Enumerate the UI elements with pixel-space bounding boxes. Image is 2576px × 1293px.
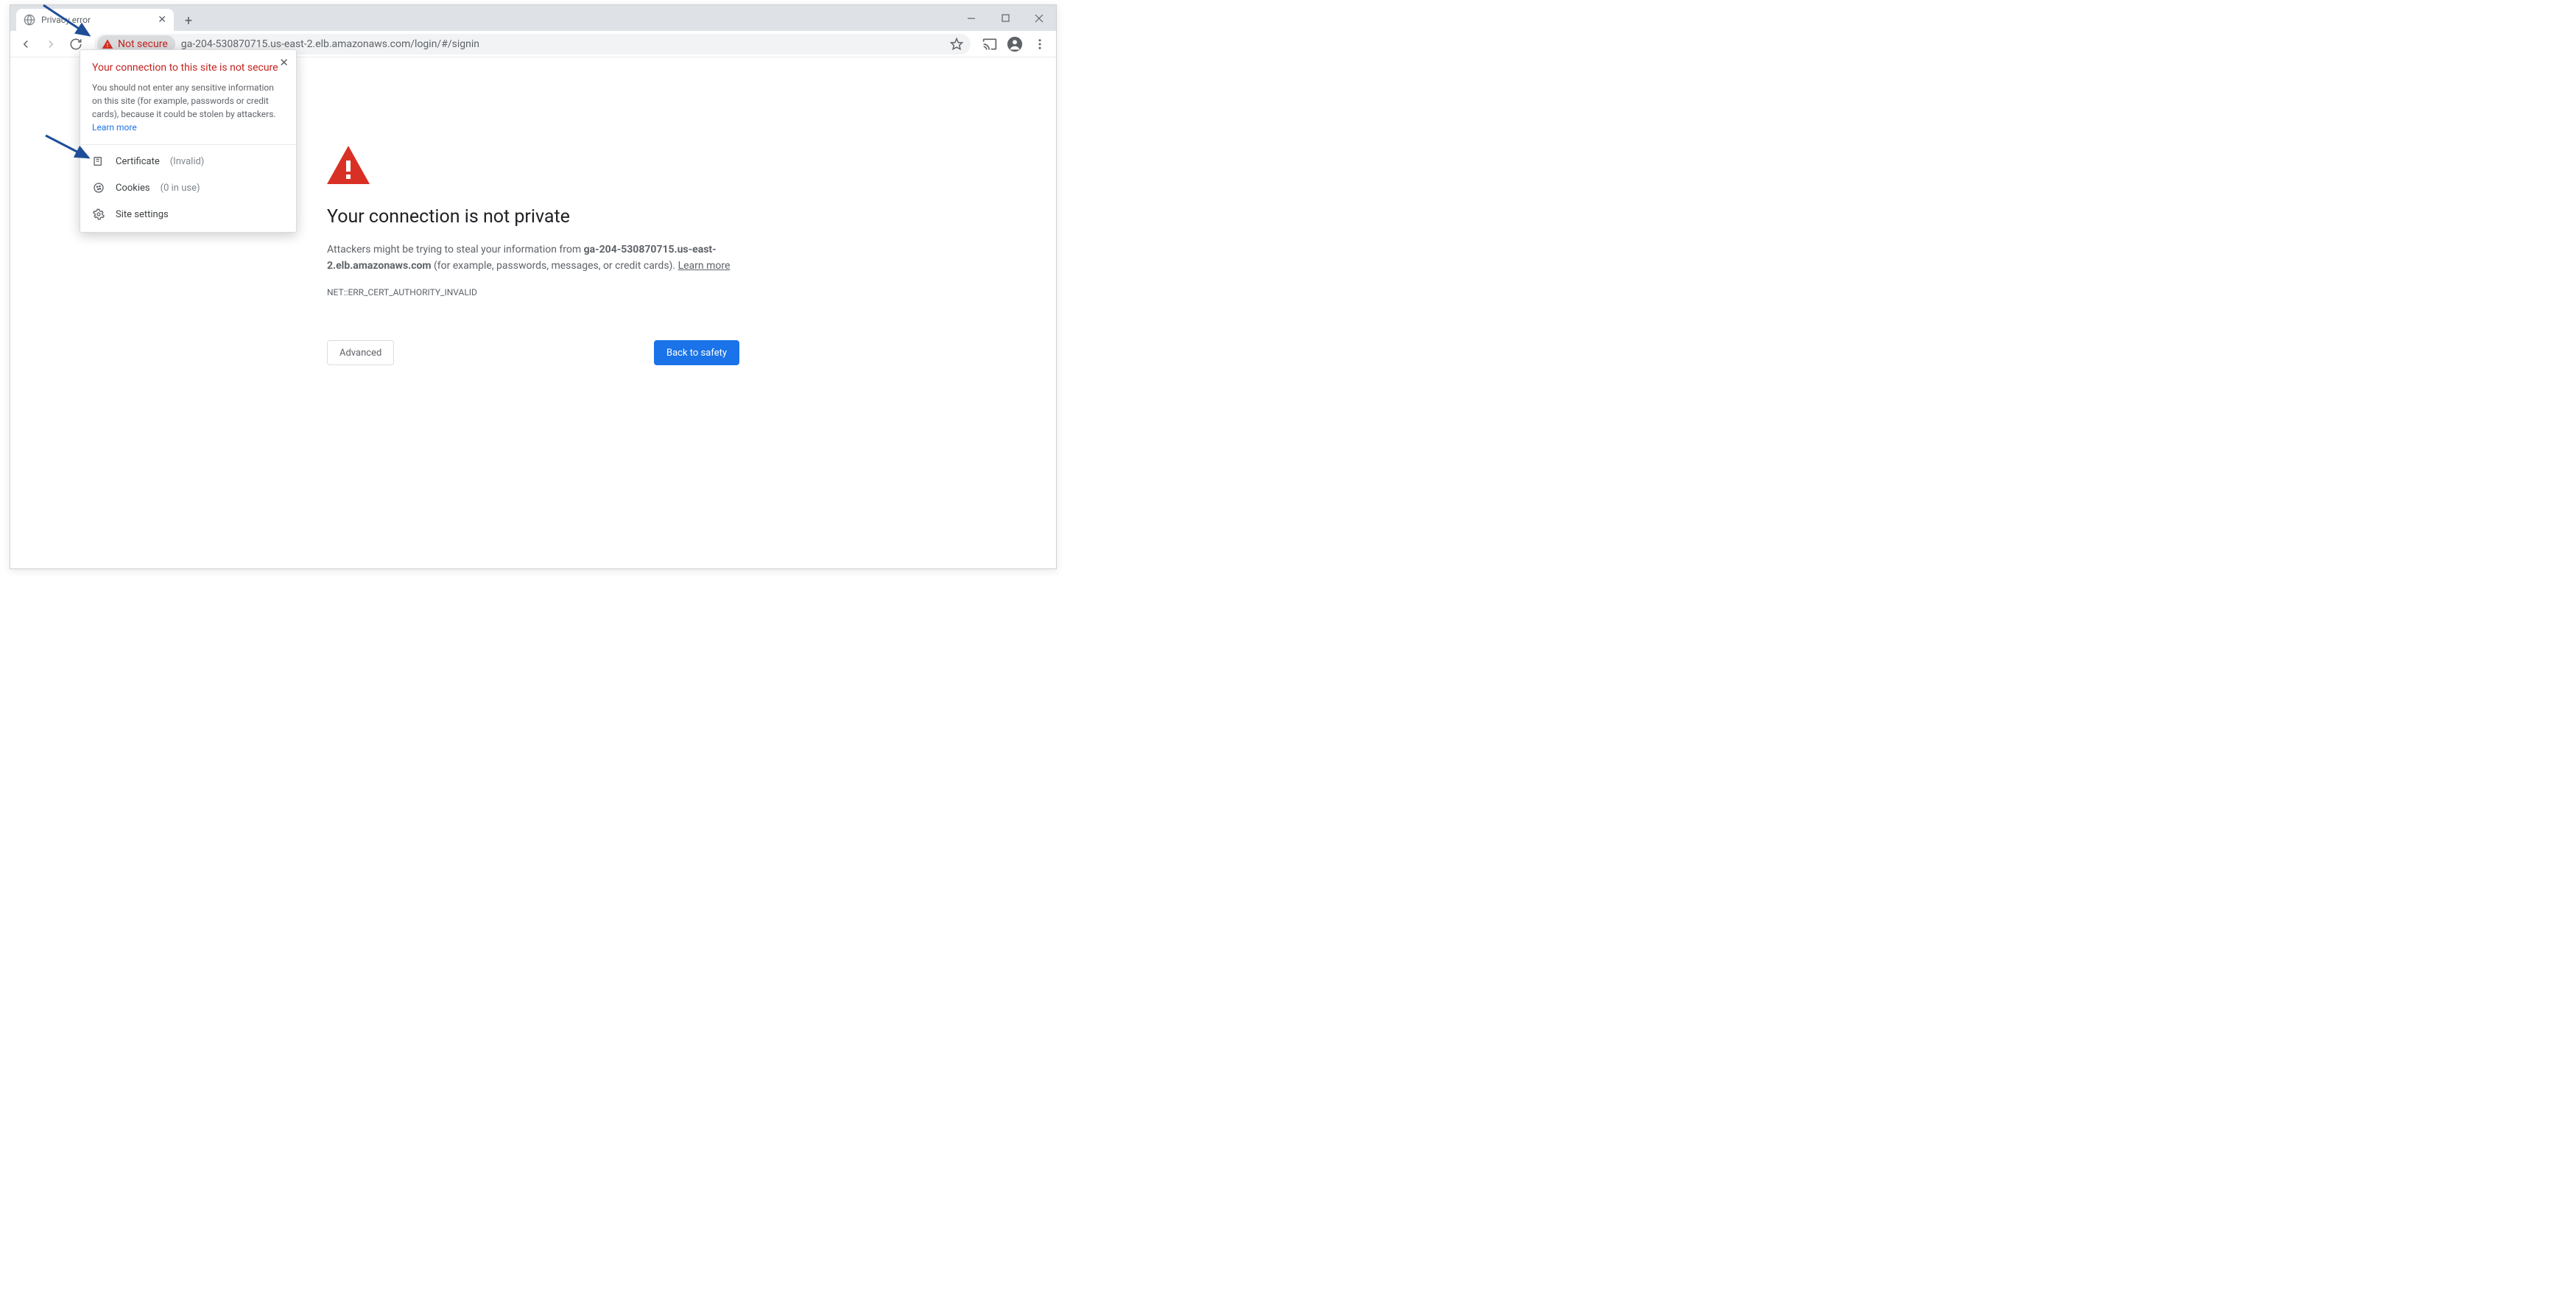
cookies-status: (0 in use) [161,183,200,194]
new-tab-button[interactable]: + [178,10,199,31]
close-window-button[interactable] [1022,5,1056,31]
back-button[interactable] [15,33,37,55]
para-prefix: Attackers might be trying to steal your … [327,244,584,256]
security-chip-label: Not secure [118,38,168,50]
popup-body: You should not enter any sensitive infor… [92,81,284,134]
gear-icon [92,208,105,220]
certificate-row[interactable]: Certificate (Invalid) [80,145,296,177]
page-heading: Your connection is not private [327,206,739,228]
error-code: NET::ERR_CERT_AUTHORITY_INVALID [327,287,739,297]
warning-triangle-icon [102,38,113,50]
certificate-status: (Invalid) [170,156,205,167]
forward-button[interactable] [40,33,62,55]
certificate-label: Certificate [116,156,160,167]
popup-rows: Certificate (Invalid) Cookies (0 in use)… [80,145,296,232]
popup-heading: Your connection to this site is not secu… [92,62,284,74]
cookie-icon [92,182,105,194]
para-suffix: (for example, passwords, messages, or cr… [432,260,678,272]
certificate-icon [92,155,105,167]
browser-tab[interactable]: Privacy error ✕ [16,9,174,31]
warning-triangle-icon [327,146,370,184]
toolbar-right [978,32,1052,56]
minimize-button[interactable] [954,5,988,31]
cookies-row[interactable]: Cookies (0 in use) [80,177,296,204]
site-settings-label: Site settings [116,209,169,220]
advanced-button[interactable]: Advanced [327,340,394,365]
maximize-button[interactable] [988,5,1022,31]
globe-icon [24,14,35,26]
bookmark-star-icon[interactable] [950,38,963,51]
learn-more-link[interactable]: Learn more [92,122,137,133]
close-tab-icon[interactable]: ✕ [158,14,166,26]
tab-title: Privacy error [41,15,152,25]
site-settings-row[interactable]: Site settings [80,204,296,232]
site-info-popup: ✕ Your connection to this site is not se… [80,49,297,233]
warning-paragraph: Attackers might be trying to steal your … [327,242,739,274]
cast-icon[interactable] [978,32,1002,56]
back-to-safety-button[interactable]: Back to safety [654,340,739,365]
tab-strip: Privacy error ✕ + [10,5,1056,31]
learn-more-link[interactable]: Learn more [678,260,731,272]
popup-header-section: ✕ Your connection to this site is not se… [80,50,296,145]
menu-icon[interactable] [1028,32,1052,56]
profile-icon[interactable] [1003,32,1027,56]
cookies-label: Cookies [116,183,150,194]
privacy-error-page: Your connection is not private Attackers… [327,57,739,365]
popup-body-text: You should not enter any sensitive infor… [92,82,276,119]
window-controls [954,5,1056,31]
close-icon[interactable]: ✕ [279,56,289,69]
button-row: Advanced Back to safety [327,340,739,365]
url-text: ga-204-530870715.us-east-2.elb.amazonaws… [181,38,950,50]
